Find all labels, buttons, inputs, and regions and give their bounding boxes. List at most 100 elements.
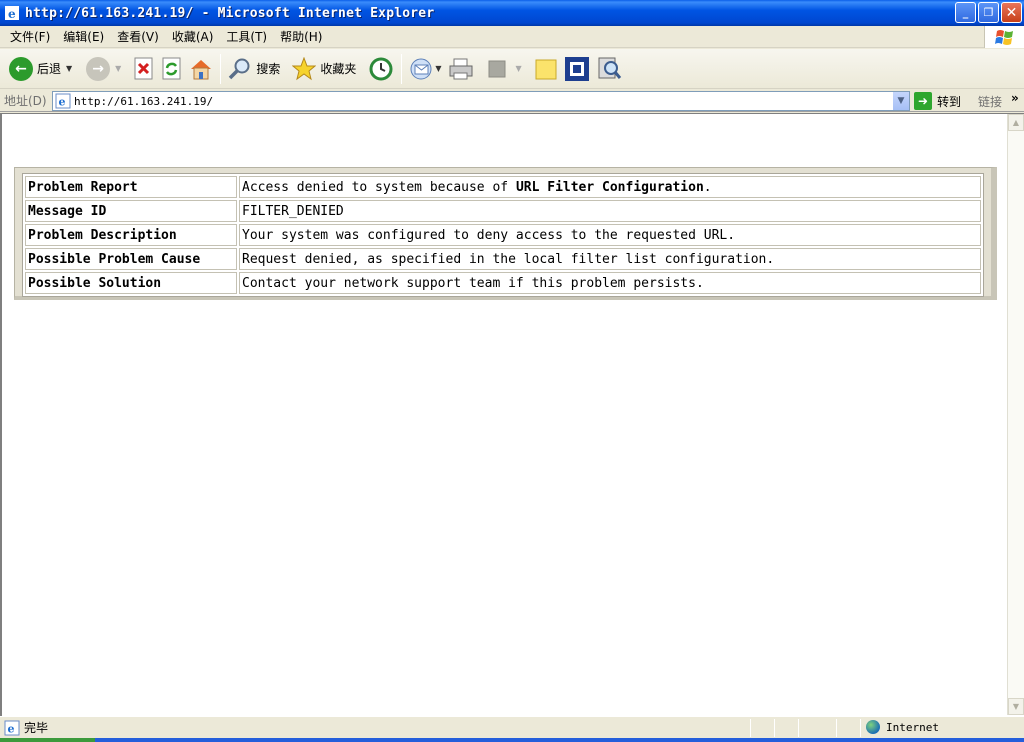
forward-button[interactable]: → ▼	[83, 52, 124, 86]
start-button-edge[interactable]	[0, 738, 95, 742]
research-icon	[598, 57, 621, 79]
address-bar: 地址(D) e ▼ ➜ 转到 链接 »	[0, 90, 1024, 112]
status-separator	[750, 719, 751, 737]
page-content: Problem Report Access denied to system b…	[0, 113, 1024, 716]
row-value: Request denied, as specified in the loca…	[239, 248, 981, 270]
home-button[interactable]	[186, 52, 216, 86]
back-arrow-icon: ←	[9, 56, 33, 81]
table-row: Problem Report Access denied to system b…	[25, 176, 981, 198]
printer-icon	[449, 58, 473, 79]
menu-favorites[interactable]: 收藏(A)	[166, 28, 220, 45]
taskbar-edge	[0, 738, 1024, 742]
table-row: Possible Solution Contact your network s…	[25, 272, 981, 294]
svg-text:e: e	[8, 722, 15, 735]
close-button[interactable]: ✕	[1001, 2, 1022, 23]
window-title: http://61.163.241.19/ - Microsoft Intern…	[25, 5, 435, 21]
scroll-down-icon[interactable]: ▼	[1008, 698, 1024, 715]
value-suffix: .	[703, 179, 712, 195]
vertical-scrollbar[interactable]: ▲ ▼	[1007, 114, 1024, 715]
back-dropdown-icon[interactable]: ▼	[66, 64, 72, 73]
menu-file[interactable]: 文件(F)	[4, 28, 56, 45]
search-label: 搜索	[256, 62, 281, 76]
refresh-button[interactable]	[158, 52, 186, 86]
url-input[interactable]	[74, 94, 894, 108]
report-frame: Problem Report Access denied to system b…	[14, 167, 997, 300]
title-bar[interactable]: e http://61.163.241.19/ - Microsoft Inte…	[0, 0, 1024, 26]
go-button[interactable]: ➜ 转到	[914, 91, 961, 111]
minimize-button[interactable]: _	[955, 2, 976, 23]
menu-edit[interactable]: 编辑(E)	[57, 28, 110, 45]
zone-label: Internet	[886, 720, 939, 734]
research-button[interactable]	[593, 52, 625, 86]
toolbar-separator	[220, 53, 222, 84]
mail-dropdown-icon[interactable]: ▼	[435, 64, 441, 73]
table-row: Problem Description Your system was conf…	[25, 224, 981, 246]
go-label: 转到	[937, 94, 962, 109]
table-row: Message ID FILTER_DENIED	[25, 200, 981, 222]
status-text: 完毕	[24, 721, 49, 735]
table-row: Possible Problem Cause Request denied, a…	[25, 248, 981, 270]
menu-bar: 文件(F) 编辑(E) 查看(V) 收藏(A) 工具(T) 帮助(H)	[0, 26, 1024, 48]
back-button[interactable]: ← 后退 ▼	[6, 52, 75, 86]
links-label[interactable]: 链接	[978, 93, 1002, 110]
star-icon	[292, 56, 317, 80]
favorites-button[interactable]: 收藏夹	[289, 52, 359, 86]
row-key: Possible Problem Cause	[25, 248, 237, 270]
links-chevron-icon[interactable]: »	[1011, 91, 1019, 105]
svg-text:e: e	[59, 96, 66, 109]
history-button[interactable]	[365, 52, 397, 86]
discuss-button[interactable]	[531, 52, 561, 86]
maximize-button[interactable]: ❐	[978, 2, 999, 23]
print-button[interactable]	[445, 52, 477, 86]
mail-button[interactable]: ▼	[406, 52, 444, 86]
history-icon	[369, 57, 393, 80]
messenger-button[interactable]	[561, 52, 593, 86]
favorites-label: 收藏夹	[320, 62, 357, 76]
row-key: Problem Report	[25, 176, 237, 198]
back-label: 后退	[37, 62, 62, 76]
row-key: Possible Solution	[25, 272, 237, 294]
menu-view[interactable]: 查看(V)	[111, 28, 165, 45]
row-key: Problem Description	[25, 224, 237, 246]
edit-icon	[488, 60, 506, 77]
menu-help[interactable]: 帮助(H)	[274, 28, 328, 45]
security-zone[interactable]: Internet	[866, 720, 939, 734]
value-text: Access denied to system because of	[242, 179, 516, 195]
address-field[interactable]: e ▼	[52, 91, 910, 111]
go-arrow-icon: ➜	[914, 92, 932, 110]
messenger-icon	[564, 56, 589, 81]
home-icon	[191, 59, 212, 79]
row-value: Access denied to system because of URL F…	[239, 176, 981, 198]
page-icon: e	[55, 93, 71, 109]
toolbar-separator	[401, 53, 403, 84]
stop-icon	[134, 57, 153, 79]
stop-button[interactable]	[130, 52, 158, 86]
note-icon	[535, 59, 557, 79]
ie-logo-icon: e	[5, 6, 19, 21]
search-button[interactable]: 搜索	[225, 52, 283, 86]
toolbar: ← 后退 ▼ → ▼ 搜索 收藏夹 ▼ ▼	[0, 49, 1024, 89]
menu-tools[interactable]: 工具(T)	[220, 28, 273, 45]
refresh-icon	[162, 57, 181, 79]
status-separator	[798, 719, 799, 737]
row-key: Message ID	[25, 200, 237, 222]
edit-dropdown-icon[interactable]: ▼	[516, 64, 522, 73]
status-separator	[774, 719, 775, 737]
problem-report-table: Problem Report Access denied to system b…	[22, 173, 984, 297]
windows-flag-icon	[984, 26, 1024, 48]
address-label: 地址(D)	[4, 94, 47, 108]
row-value: Your system was configured to deny acces…	[239, 224, 981, 246]
forward-dropdown-icon[interactable]: ▼	[115, 64, 121, 73]
globe-icon	[866, 720, 880, 734]
svg-text:e: e	[8, 7, 16, 21]
status-bar: e 完毕 Internet	[0, 716, 1024, 738]
address-dropdown-icon[interactable]: ▼	[892, 92, 909, 110]
forward-arrow-icon: →	[86, 56, 111, 81]
mail-icon	[410, 58, 432, 79]
row-value: Contact your network support team if thi…	[239, 272, 981, 294]
scroll-up-icon[interactable]: ▲	[1008, 114, 1024, 131]
search-icon	[229, 58, 250, 79]
status-separator	[836, 719, 837, 737]
status-separator	[860, 719, 861, 737]
edit-button[interactable]: ▼	[483, 52, 525, 86]
